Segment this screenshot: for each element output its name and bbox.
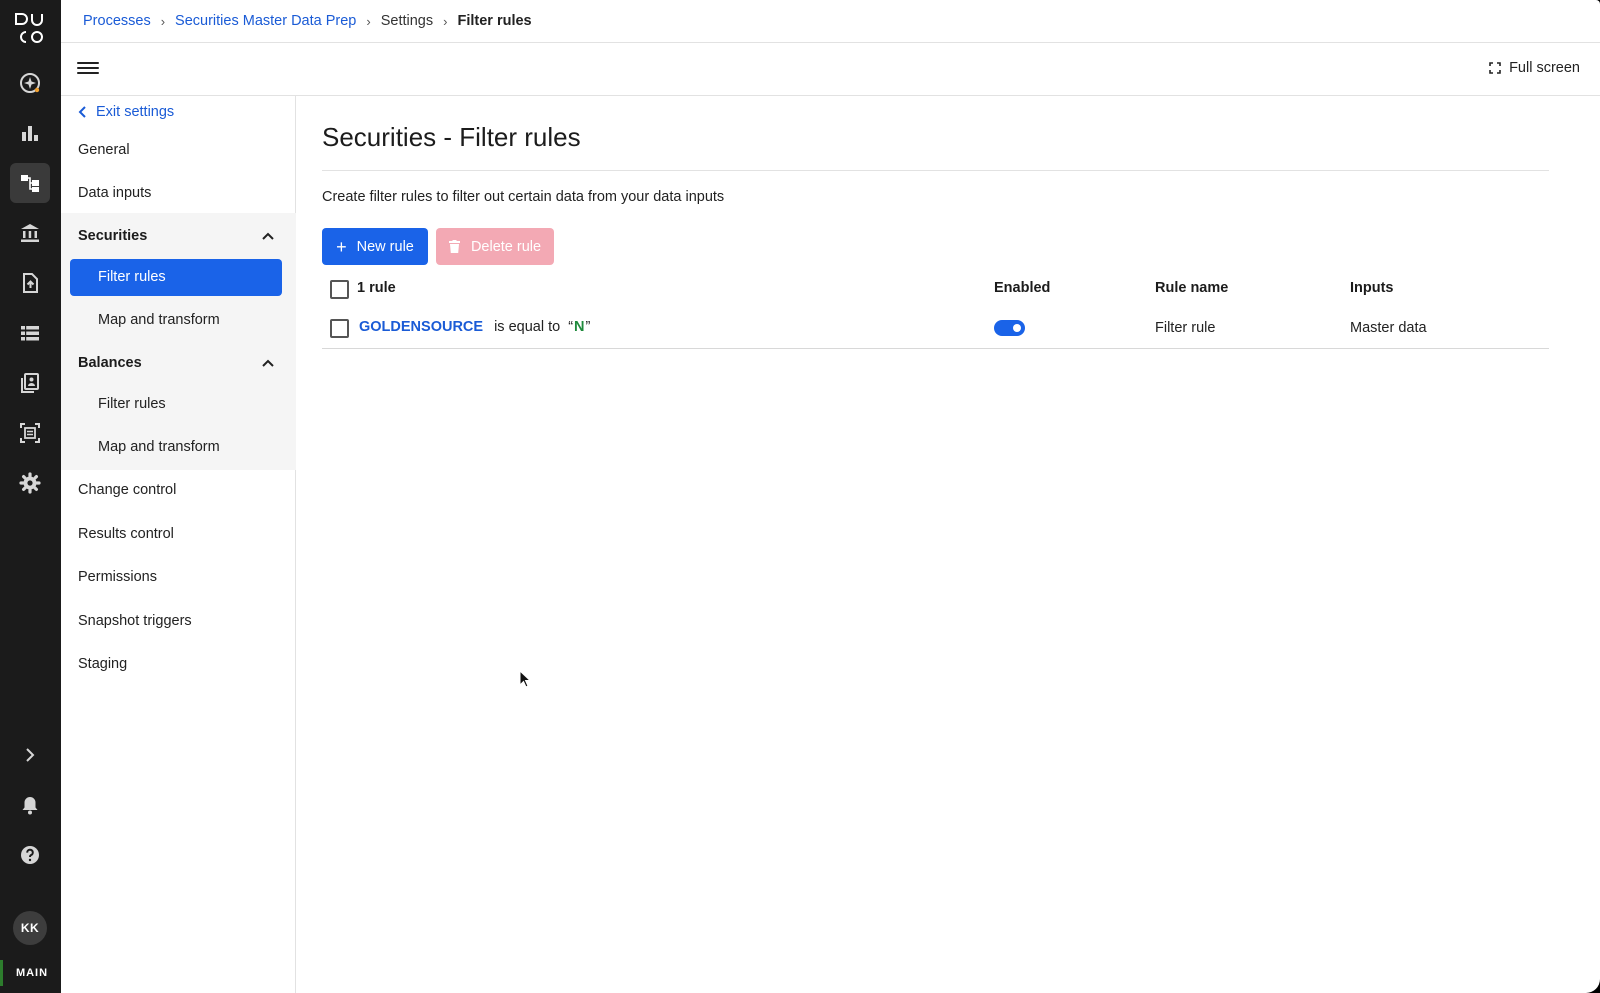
fullscreen-button[interactable]: Full screen: [1489, 60, 1580, 76]
file-upload-icon[interactable]: [10, 263, 50, 303]
menu-icon[interactable]: [77, 59, 99, 79]
scan-document-icon[interactable]: [10, 413, 50, 453]
rule-count: 1 rule: [357, 280, 396, 296]
mouse-cursor-icon: [519, 670, 531, 688]
delete-rule-label: Delete rule: [470, 238, 542, 255]
condition-field[interactable]: GOLDENSOURCE: [359, 319, 483, 335]
list-view-icon[interactable]: [10, 313, 50, 353]
settings-sidebar: Exit settings General Data inputs Securi…: [61, 96, 296, 993]
breadcrumb-current: Filter rules: [457, 13, 532, 29]
inputs-cell: Master data: [1350, 320, 1427, 336]
condition-value: N: [574, 319, 585, 335]
sidebar-item-change-control[interactable]: Change control: [78, 482, 176, 498]
expand-chevron-icon[interactable]: [10, 735, 50, 775]
exit-settings-label: Exit settings: [96, 104, 175, 120]
column-header-rule-name[interactable]: Rule name: [1155, 280, 1228, 296]
page-description: Create filter rules to filter out certai…: [322, 189, 725, 205]
exit-settings-link[interactable]: Exit settings: [78, 104, 174, 120]
trash-icon: [448, 240, 460, 253]
app-panel: Processes › Securities Master Data Prep …: [61, 0, 1600, 993]
sidebar-item-data-inputs[interactable]: Data inputs: [78, 185, 151, 201]
new-rule-button[interactable]: + New rule: [322, 228, 428, 265]
sidebar-group-securities[interactable]: Securities: [78, 228, 147, 244]
chevron-up-icon[interactable]: [262, 232, 274, 240]
divider: [322, 170, 1549, 171]
ai-sparkle-icon[interactable]: [10, 63, 50, 103]
close-quote: ”: [585, 319, 591, 335]
open-quote: “: [568, 319, 574, 335]
chevron-left-icon: [78, 106, 86, 118]
sidebar-group-balances[interactable]: Balances: [78, 355, 142, 371]
select-all-checkbox[interactable]: [330, 280, 349, 299]
delete-rule-button[interactable]: Delete rule: [436, 228, 554, 265]
new-rule-label: New rule: [356, 238, 414, 255]
securities-group: Securities Filter rules Map and transfor…: [61, 213, 296, 340]
chevron-right-icon: ›: [160, 13, 166, 29]
row-checkbox[interactable]: [330, 319, 349, 338]
column-header-enabled[interactable]: Enabled: [994, 280, 1050, 296]
bank-icon[interactable]: [10, 213, 50, 253]
row-divider: [322, 348, 1549, 349]
page-title: Securities - Filter rules: [322, 122, 581, 152]
enabled-toggle[interactable]: [994, 320, 1025, 336]
help-icon[interactable]: [10, 835, 50, 875]
balances-group: Balances Filter rules Map and transform: [61, 340, 296, 470]
chevron-right-icon: ›: [443, 13, 448, 29]
toggle-knob: [1013, 324, 1021, 332]
breadcrumb-settings[interactable]: Settings: [381, 13, 433, 29]
rule-name-cell: Filter rule: [1155, 320, 1216, 336]
breadcrumb: Processes › Securities Master Data Prep …: [61, 0, 1600, 43]
avatar[interactable]: KK: [13, 911, 47, 945]
sidebar-item-balances-map-transform[interactable]: Map and transform: [98, 439, 220, 455]
plus-icon: +: [336, 236, 347, 257]
app-rail: KK MAIN: [0, 0, 61, 993]
chevron-right-icon: ›: [366, 13, 371, 29]
sidebar-item-balances-filter-rules[interactable]: Filter rules: [98, 396, 166, 412]
sidebar-item-securities-map-transform[interactable]: Map and transform: [98, 312, 220, 328]
bell-icon[interactable]: [10, 785, 50, 825]
sidebar-item-snapshot-triggers[interactable]: Snapshot triggers: [78, 613, 192, 629]
duco-logo[interactable]: [14, 12, 48, 46]
sidebar-item-permissions[interactable]: Permissions: [78, 569, 157, 585]
sidebar-item-general[interactable]: General: [78, 142, 130, 158]
sidebar-item-results-control[interactable]: Results control: [78, 526, 174, 542]
reports-icon[interactable]: [10, 363, 50, 403]
fullscreen-icon: [1489, 62, 1501, 74]
toolbar: Full screen: [61, 43, 1600, 96]
dashboard-chart-icon[interactable]: [10, 113, 50, 153]
breadcrumb-processes[interactable]: Processes: [83, 13, 151, 29]
gear-icon[interactable]: [10, 463, 50, 503]
processes-icon[interactable]: [10, 163, 50, 203]
rule-condition[interactable]: GOLDENSOURCE is equal to “ N ”: [359, 319, 590, 335]
column-header-inputs[interactable]: Inputs: [1350, 280, 1394, 296]
sidebar-item-securities-filter-rules[interactable]: Filter rules: [70, 259, 282, 296]
sidebar-item-staging[interactable]: Staging: [78, 656, 127, 672]
main-content: Securities - Filter rules Create filter …: [297, 96, 1600, 993]
fullscreen-label: Full screen: [1509, 60, 1580, 76]
environment-label: MAIN: [0, 960, 61, 986]
condition-operator: is equal to: [494, 319, 561, 335]
chevron-up-icon[interactable]: [262, 359, 274, 367]
breadcrumb-process-name[interactable]: Securities Master Data Prep: [175, 13, 356, 29]
